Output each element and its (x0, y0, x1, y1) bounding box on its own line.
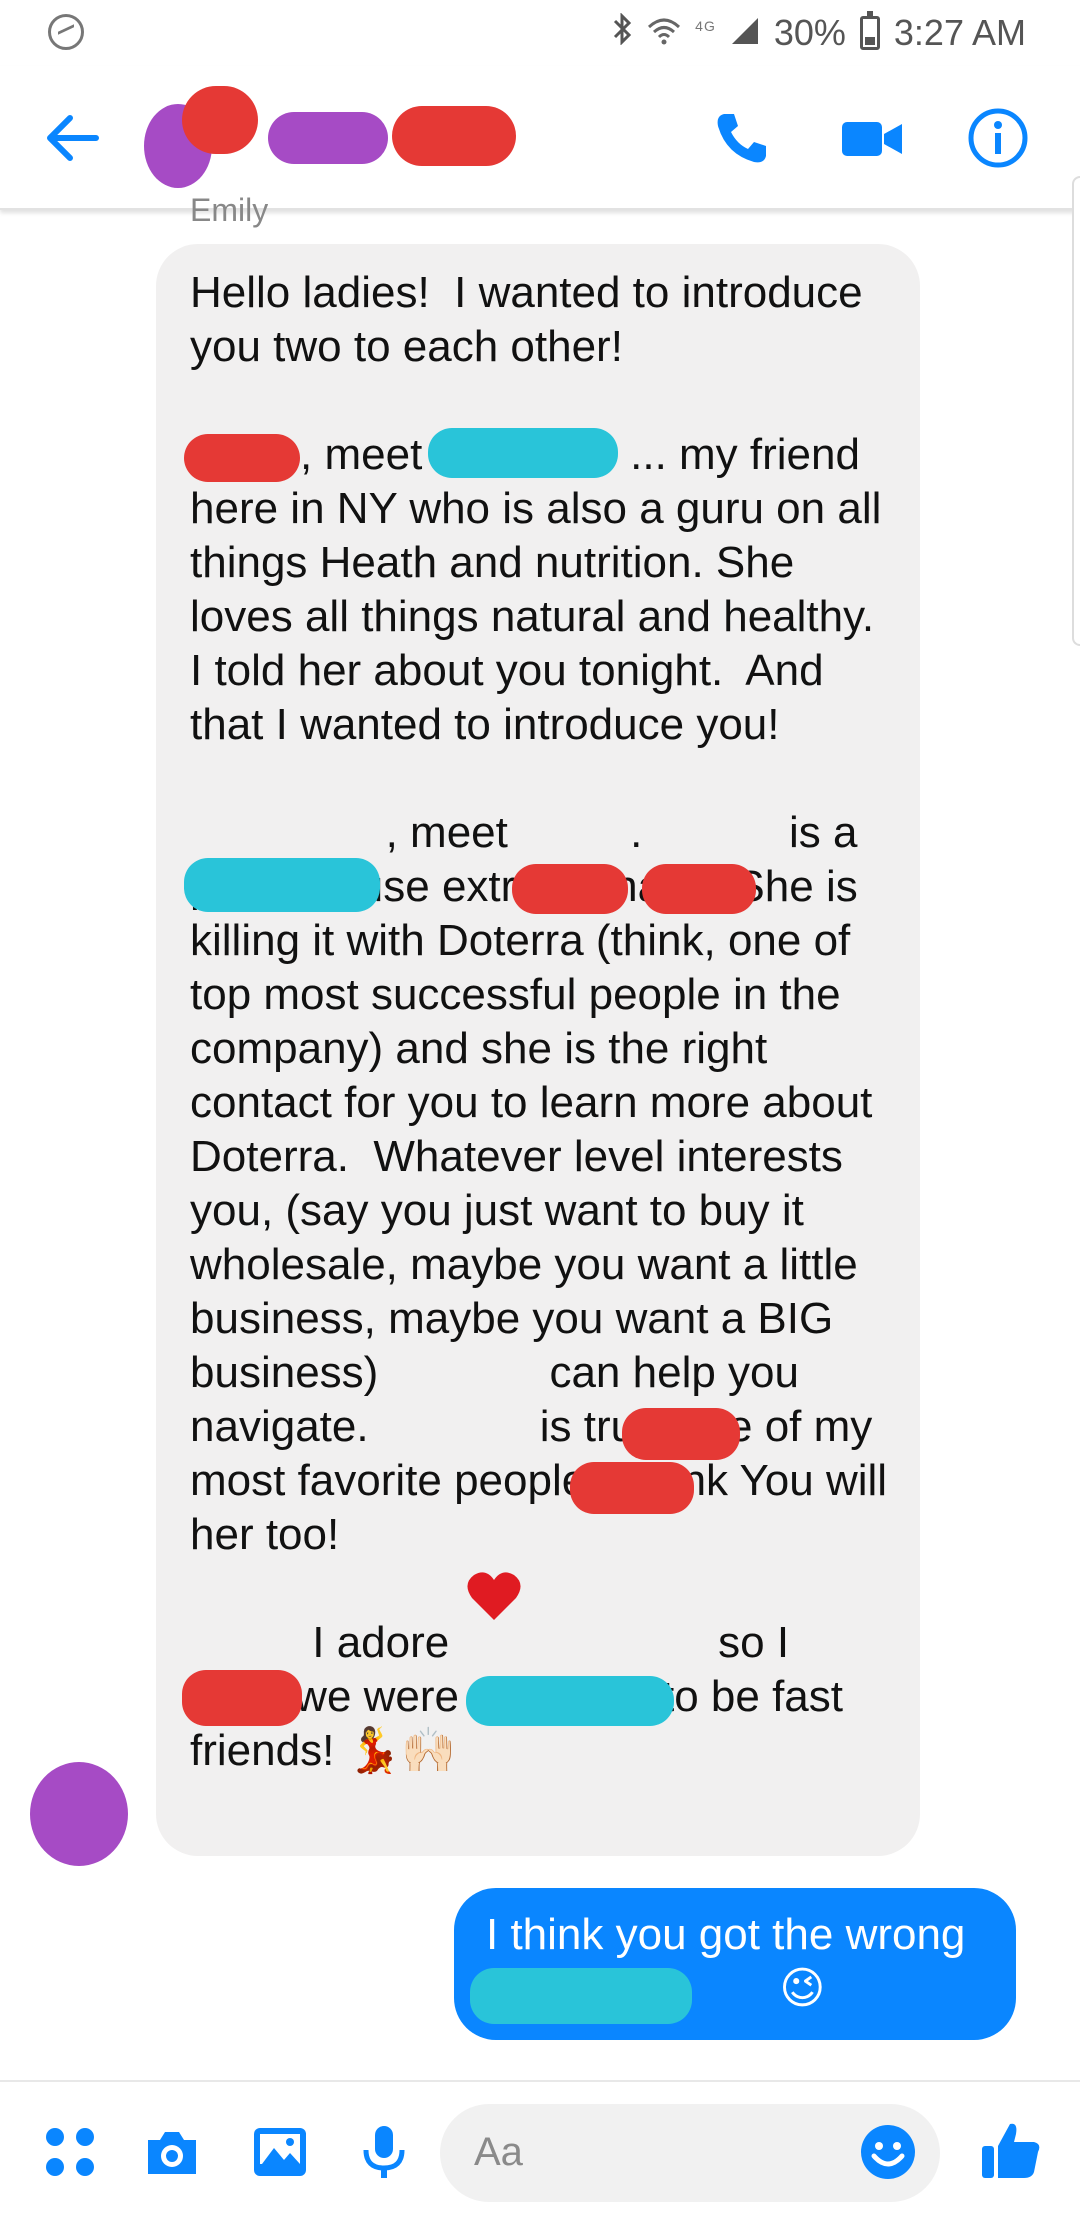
composer-bar (0, 2080, 1080, 2220)
microphone-icon[interactable] (354, 2122, 414, 2182)
redacted-name (466, 1676, 674, 1726)
redacted-name (470, 1968, 692, 2024)
redacted-name (182, 1670, 302, 1726)
scroll-handle[interactable] (1072, 176, 1080, 646)
redacted-name (182, 86, 258, 154)
info-icon[interactable] (966, 106, 1030, 170)
thumbs-up-icon[interactable] (980, 2118, 1040, 2178)
apps-grid-icon[interactable] (40, 2122, 100, 2182)
video-camera-icon[interactable] (840, 106, 904, 170)
redacted-name (268, 112, 388, 164)
back-arrow-icon[interactable] (40, 106, 104, 170)
redacted-name (642, 864, 756, 914)
redacted-name (622, 1408, 740, 1460)
bluetooth-icon (611, 12, 633, 53)
incoming-message-text: Hello ladies! I wanted to introduce you … (190, 268, 888, 1775)
conversation-header (0, 66, 1080, 210)
redacted-name (184, 858, 380, 912)
phone-icon[interactable] (710, 106, 774, 170)
signal-icon (730, 16, 760, 51)
heart-icon (466, 1570, 522, 1632)
battery-icon (859, 11, 880, 50)
sender-avatar[interactable] (30, 1762, 128, 1866)
wifi-icon (647, 17, 681, 50)
messenger-icon (48, 14, 84, 50)
camera-icon[interactable] (142, 2122, 202, 2182)
redacted-name (428, 428, 618, 478)
redacted-name (184, 434, 300, 482)
battery-percent: 30% (773, 12, 846, 53)
message-input-field[interactable] (474, 2124, 834, 2180)
incoming-message-bubble[interactable]: Hello ladies! I wanted to introduce you … (156, 244, 920, 1856)
clock: 3:27 AM (893, 12, 1026, 53)
outgoing-message-bubble[interactable]: I think you got the wrong 😉 (454, 1888, 1016, 2040)
emoji-icon[interactable] (858, 2122, 918, 2182)
redacted-name (570, 1462, 694, 1514)
network-type: 4G (695, 18, 716, 34)
redacted-name (512, 864, 628, 914)
status-icons: 4G 30% 3:27 AM (611, 8, 1026, 58)
sender-name: Emily (190, 192, 269, 228)
message-input[interactable] (440, 2104, 940, 2202)
redacted-name (392, 106, 516, 166)
status-bar: 4G 30% 3:27 AM (0, 0, 1080, 66)
gallery-icon[interactable] (250, 2122, 310, 2182)
